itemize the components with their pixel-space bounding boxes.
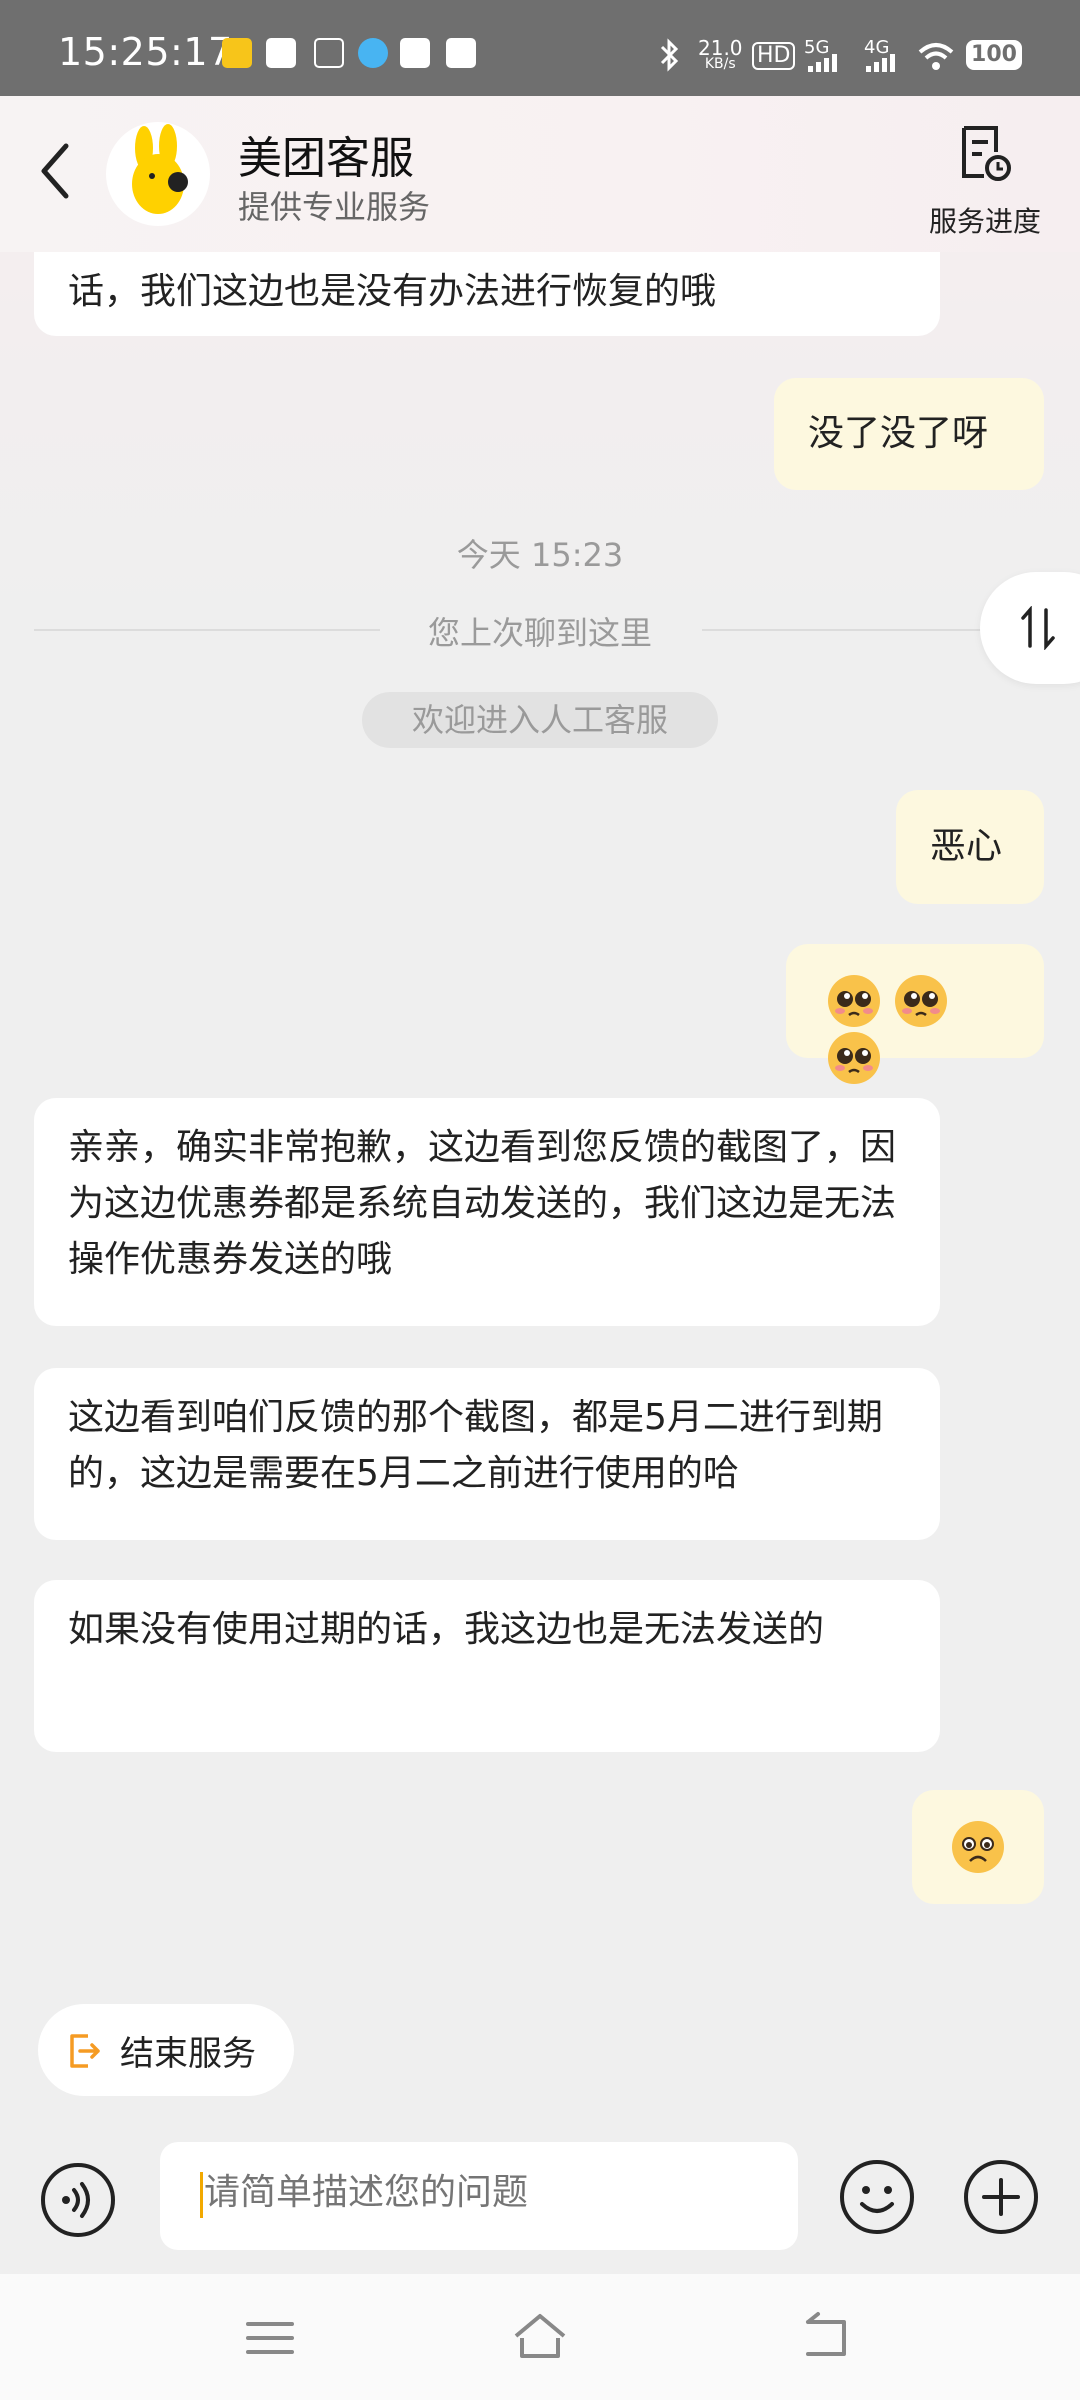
chat-area[interactable]: 话，我们这边也是没有办法进行恢复的哦 没了没了呀 今天 15:23 您上次聊到这…: [0, 252, 1080, 1972]
swap-arrows-icon: [1021, 606, 1055, 650]
scroll-toggle-button[interactable]: [980, 572, 1080, 684]
plus-icon[interactable]: [962, 2158, 1040, 2236]
agent-message: 这边看到咱们反馈的那个截图，都是5月二进行到期的，这边是需要在5月二之前进行使用…: [34, 1368, 940, 1540]
exit-icon: [70, 2034, 100, 2068]
document-clock-icon: [962, 126, 1011, 181]
hd-badge: HD: [752, 42, 796, 70]
status-bar: 15:25:17 21.0 KB/s HD 5G 4G 100: [0, 0, 1080, 96]
signal-icon: [808, 54, 837, 72]
agent-avatar: [106, 122, 210, 226]
page-subtitle: 提供专业服务: [238, 188, 431, 226]
system-notice: 欢迎进入人工客服: [362, 692, 718, 748]
emoji-icon[interactable]: [838, 2158, 916, 2236]
user-message: 没了没了呀: [774, 378, 1044, 490]
map-icon: [400, 38, 430, 68]
agent-message-text: 话，我们这边也是没有办法进行恢复的哦: [68, 271, 717, 312]
page-title: 美团客服: [238, 133, 414, 184]
agent-message-text: 亲亲，确实非常抱歉，这边看到您反馈的截图了，因为这边优惠券都是系统自动发送的，我…: [68, 1127, 897, 1280]
chat-header: 美团客服 提供专业服务 服务进度: [0, 96, 1080, 252]
user-emoji-message: [912, 1790, 1044, 1904]
pleading-face-icon: [828, 1032, 880, 1084]
service-progress-button[interactable]: 服务进度: [910, 124, 1060, 238]
pleading-face-icon: [828, 975, 880, 1027]
meituan-app-icon: [222, 38, 252, 68]
qq-icon: [358, 38, 388, 68]
user-message-text: 没了没了呀: [808, 413, 989, 454]
agent-message: 亲亲，确实非常抱歉，这边看到您反馈的截图了，因为这边优惠券都是系统自动发送的，我…: [34, 1098, 940, 1326]
agent-message: 如果没有使用过期的话，我这边也是无法发送的: [34, 1580, 940, 1752]
pleading-face-icon: [895, 975, 948, 1027]
net-speed: 21.0 KB/s: [698, 36, 743, 72]
signal-icon-2: [866, 54, 895, 72]
notification-icon: [314, 38, 344, 68]
bluetooth-icon: [660, 38, 679, 72]
history-divider-text: 您上次聊到这里: [427, 614, 652, 652]
voice-input-icon[interactable]: [40, 2162, 116, 2238]
browser-icon: [446, 38, 476, 68]
divider-line-right: [702, 629, 992, 631]
agent-message-text: 这边看到咱们反馈的那个截图，都是5月二进行到期的，这边是需要在5月二之前进行使用…: [68, 1397, 883, 1494]
text-caret: [200, 2172, 203, 2218]
status-time: 15:25:17: [58, 30, 233, 74]
service-progress-label: 服务进度: [928, 205, 1041, 238]
input-area: 结束服务: [0, 1972, 1080, 2274]
battery-indicator: 100: [966, 40, 1022, 70]
message-input-box[interactable]: [160, 2142, 798, 2250]
system-nav-bar: [0, 2274, 1080, 2400]
user-emoji-message: [786, 944, 1044, 1084]
task-icon: [266, 38, 296, 68]
back-icon[interactable]: [30, 136, 80, 206]
home-icon[interactable]: [510, 2308, 570, 2368]
agent-message-text: 如果没有使用过期的话，我这边也是无法发送的: [68, 1609, 825, 1650]
end-service-button[interactable]: 结束服务: [38, 2004, 294, 2096]
user-message-text: 恶心: [930, 826, 1003, 867]
chat-timestamp: 今天 15:23: [456, 536, 624, 574]
message-input[interactable]: [204, 2172, 764, 2213]
worried-face-icon: [952, 1821, 1004, 1873]
agent-message: 话，我们这边也是没有办法进行恢复的哦: [34, 252, 940, 336]
menu-icon[interactable]: [240, 2308, 300, 2368]
back-nav-icon[interactable]: [796, 2308, 856, 2368]
user-message: 恶心: [896, 790, 1044, 904]
kangaroo-mascot-icon: [132, 124, 188, 214]
wifi-icon: [918, 43, 954, 70]
end-service-label: 结束服务: [120, 2034, 256, 2074]
